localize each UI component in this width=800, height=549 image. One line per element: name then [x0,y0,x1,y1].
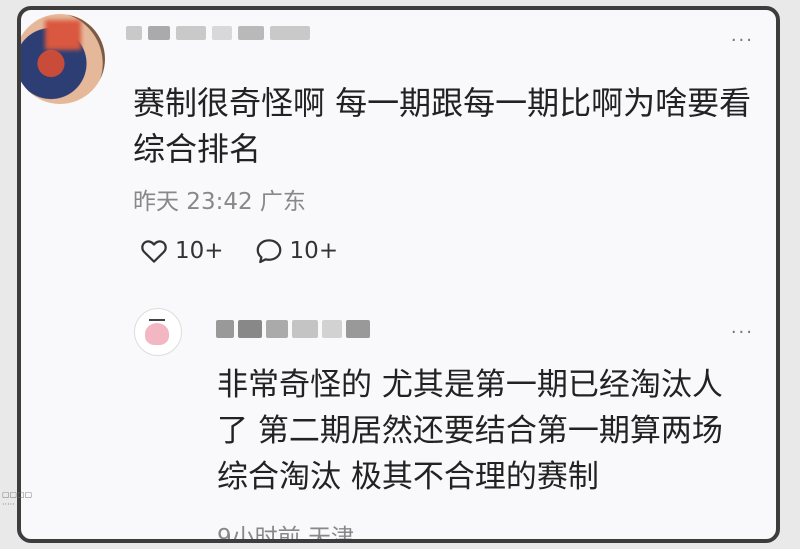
name-blur-block [216,320,234,338]
name-blur-block [270,26,310,40]
reply-text: 非常奇怪的 尤其是第一期已经淘汰人了 第二期居然还要结合第一期算两场综合淘汰 极… [217,367,723,495]
comment-actions: 10+ 10+ [139,236,338,266]
commenter-name-blurred[interactable] [126,26,310,40]
more-dots-icon: ··· [730,322,754,343]
name-blur-block [292,320,318,338]
name-blur-block [238,320,262,338]
name-blur-block [266,320,288,338]
reply-more-options-button[interactable]: ··· [731,324,754,342]
avatar-detail [145,323,169,345]
watermark-logo: ▢▢▢▢ ····· [2,490,33,509]
name-blur-block [238,26,264,40]
comment-bubble-icon [256,239,281,264]
avatar-blur [45,20,81,50]
name-blur-block [212,26,232,40]
commenter-avatar[interactable] [21,14,105,104]
replier-avatar[interactable] [134,308,182,356]
avatar-detail [149,319,165,321]
name-blur-block [322,320,342,338]
name-blur-block [346,320,370,338]
like-button[interactable]: 10+ [139,236,224,266]
comment-meta: 昨天 23:42 广东 [133,189,306,215]
name-blur-block [148,26,170,40]
replier-name-blurred[interactable] [216,320,370,338]
reply-button[interactable]: 10+ [254,236,339,266]
heart-icon [141,240,167,263]
reply-meta: 9小时前 天津 [217,525,354,543]
like-count: 10+ [175,238,224,264]
comment-card: ··· 赛制很奇怪啊 每一期跟每一期比啊为啥要看综合排名 昨天 23:42 广东… [17,6,780,543]
name-blur-block [126,26,142,40]
comment-text: 赛制很奇怪啊 每一期跟每一期比啊为啥要看综合排名 [133,84,752,168]
more-options-button[interactable]: ··· [731,32,754,50]
name-blur-block [176,26,206,40]
reply-count: 10+ [289,238,339,264]
more-dots-icon: ··· [730,30,754,51]
